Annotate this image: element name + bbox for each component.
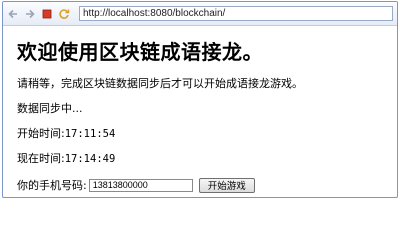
browser-window: http://localhost:8080/blockchain/ 欢迎使用区块… bbox=[2, 1, 398, 198]
sync-notice: 请稍等，完成区块链数据同步后才可以开始成语接龙游戏。 bbox=[17, 77, 303, 90]
forward-icon[interactable] bbox=[24, 7, 36, 21]
current-time-row: 现在时间:17:14:49 bbox=[17, 152, 397, 166]
phone-input[interactable] bbox=[88, 178, 193, 192]
current-time-value: 17:14:49 bbox=[64, 153, 116, 165]
phone-label: 你的手机号码: bbox=[17, 179, 87, 192]
start-time-row: 开始时间:17:11:54 bbox=[17, 127, 397, 141]
address-url: http://localhost:8080/blockchain/ bbox=[83, 8, 226, 19]
sync-status: 数据同步中... bbox=[17, 102, 83, 115]
start-time-label: 开始时间: bbox=[17, 127, 65, 140]
start-time-value: 17:11:54 bbox=[64, 128, 116, 140]
reload-icon[interactable] bbox=[58, 7, 70, 21]
stop-icon[interactable] bbox=[41, 7, 53, 21]
address-bar[interactable]: http://localhost:8080/blockchain/ bbox=[79, 6, 393, 21]
current-time-label: 现在时间: bbox=[17, 152, 65, 165]
page-content: 欢迎使用区块链成语接龙。 请稍等，完成区块链数据同步后才可以开始成语接龙游戏。 … bbox=[3, 26, 397, 193]
browser-toolbar: http://localhost:8080/blockchain/ bbox=[3, 2, 397, 26]
phone-row: 你的手机号码: 开始游戏 bbox=[17, 177, 397, 193]
back-icon[interactable] bbox=[7, 7, 19, 21]
page-title: 欢迎使用区块链成语接龙。 bbox=[17, 40, 263, 64]
start-game-button[interactable]: 开始游戏 bbox=[198, 177, 255, 193]
